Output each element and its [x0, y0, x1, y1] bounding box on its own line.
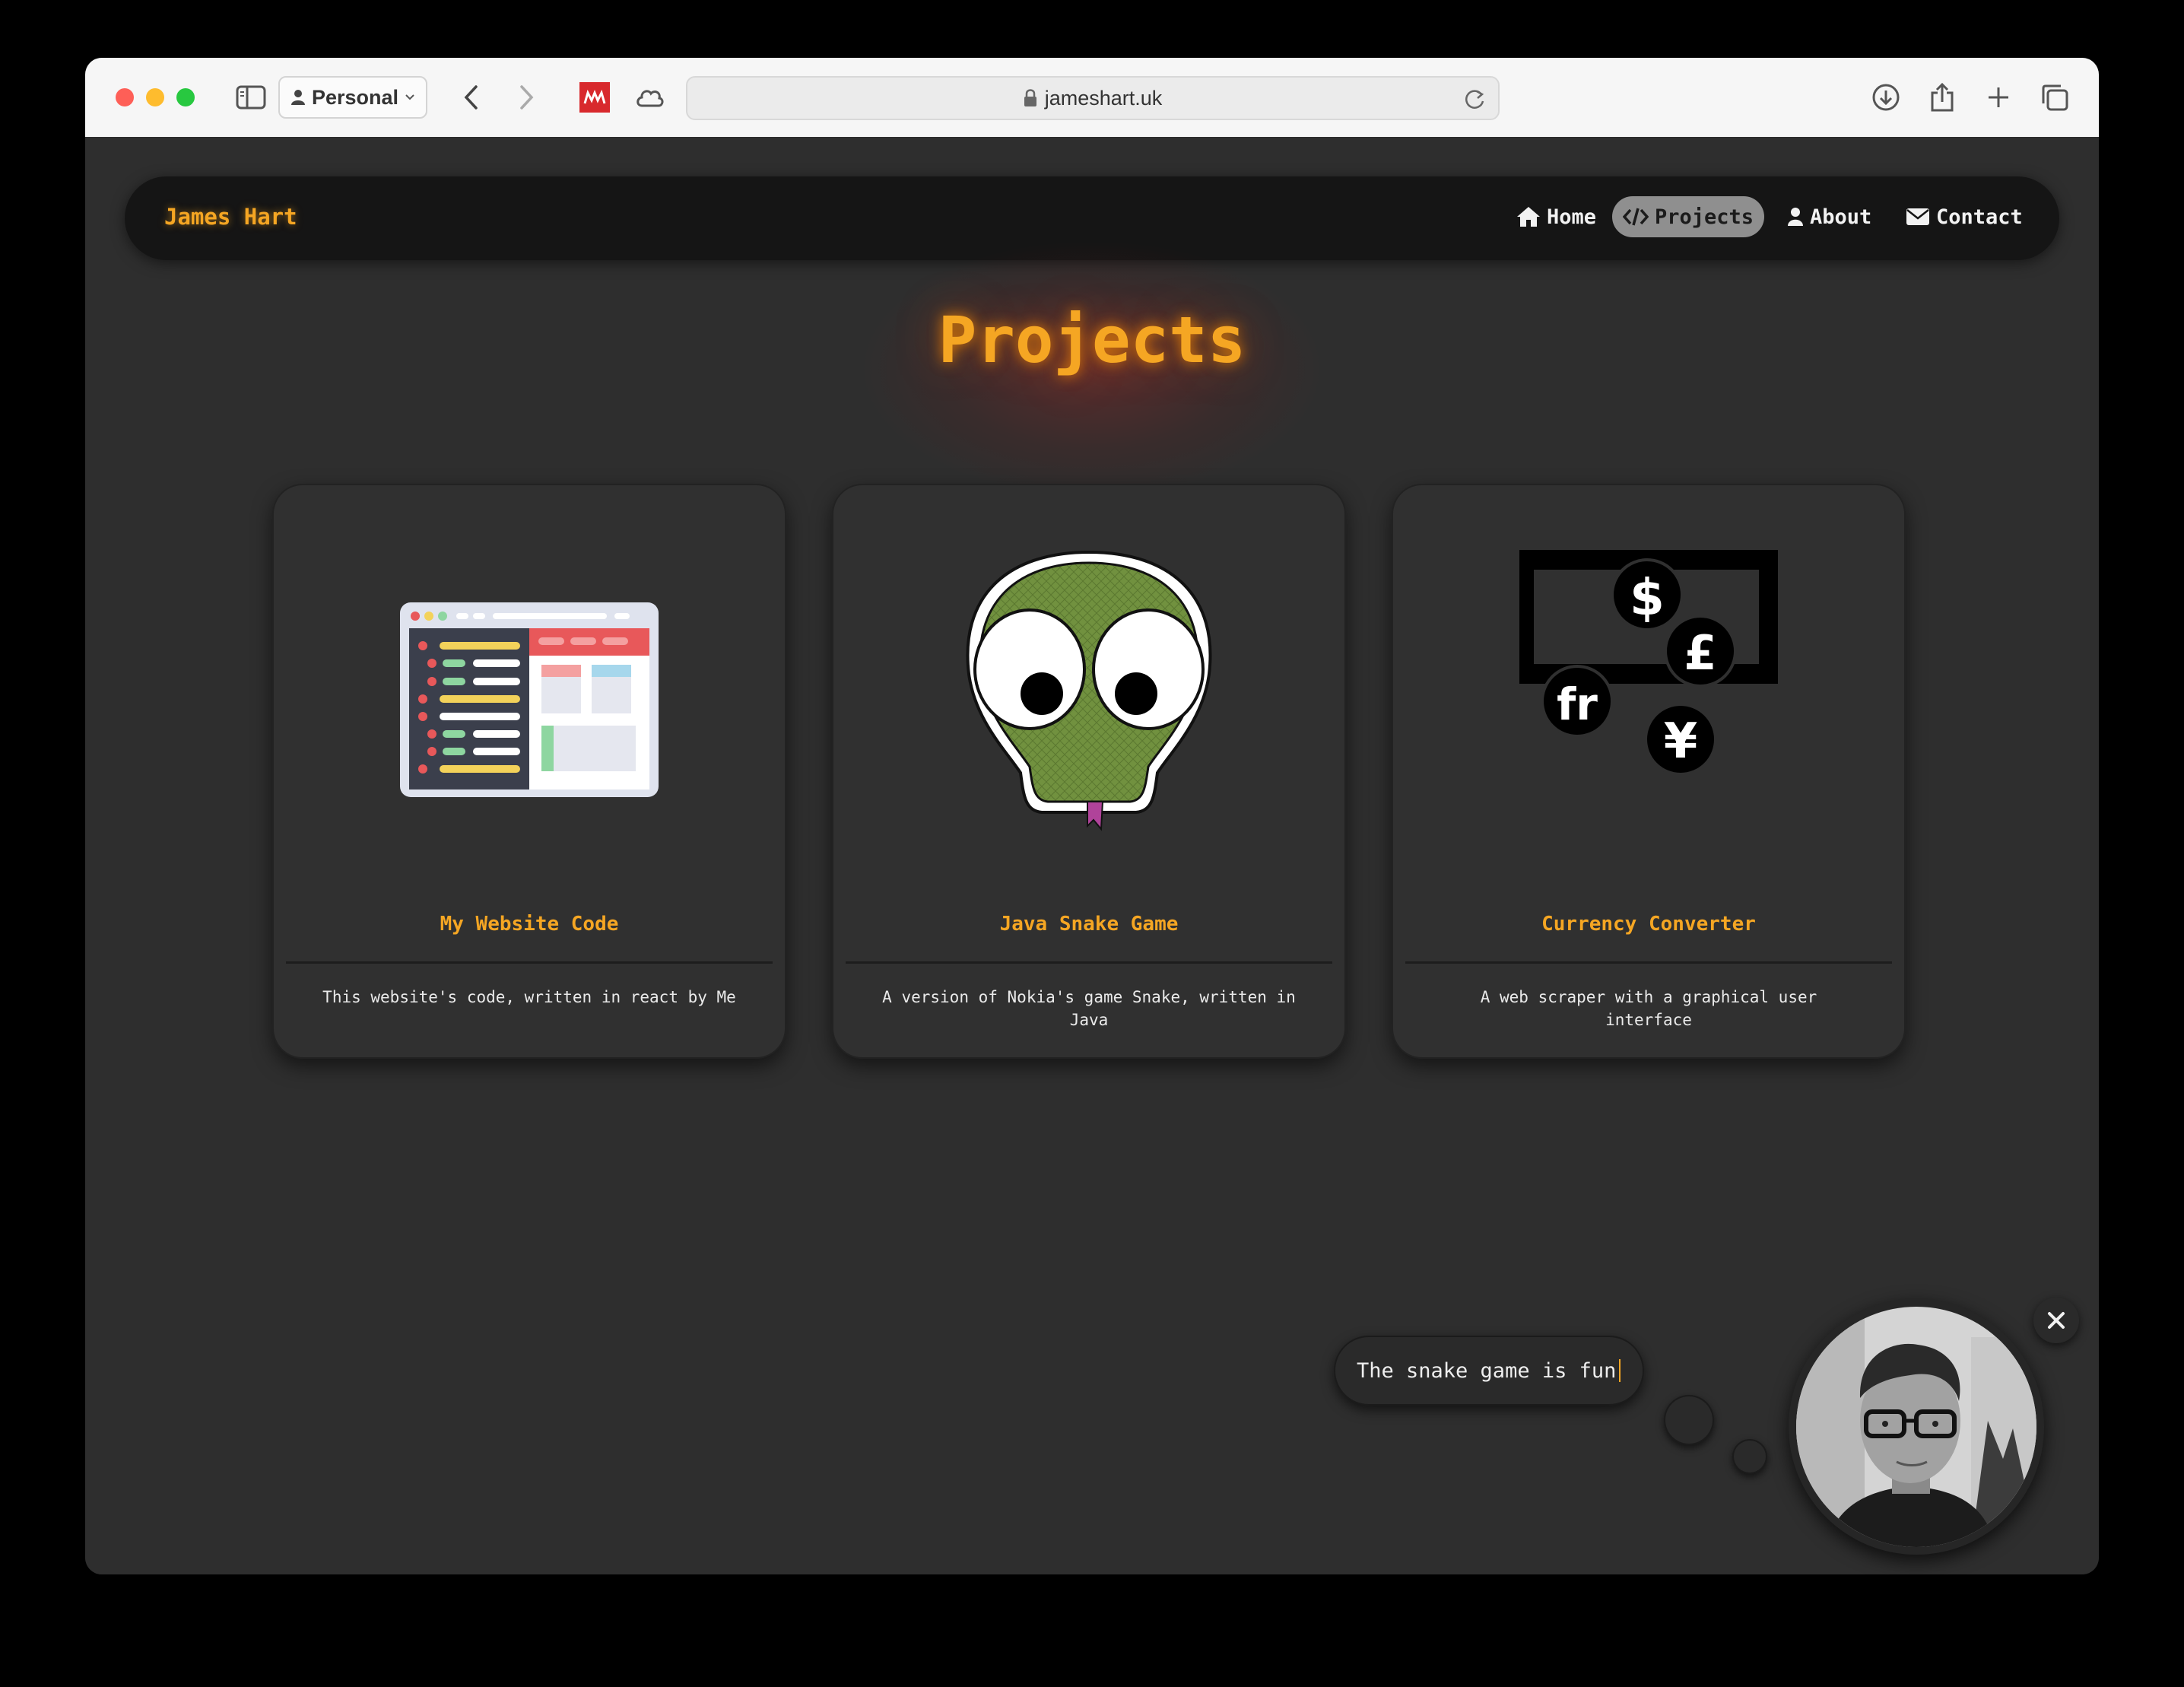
nav-contact-label: Contact: [1936, 205, 2023, 229]
address-bar[interactable]: jameshart.uk: [686, 76, 1500, 120]
minimize-window-button[interactable]: [146, 88, 164, 106]
text-caret: [1619, 1359, 1621, 1382]
project-title: My Website Code: [440, 913, 619, 936]
code-editor-illustration: [272, 545, 786, 849]
page-content: James Hart Home Projects About Contact P…: [85, 137, 2099, 1574]
lock-icon: [1024, 89, 1036, 106]
site-brand[interactable]: James Hart: [164, 204, 297, 230]
user-icon: [1788, 208, 1803, 226]
page-title: Projects: [938, 303, 1246, 377]
browser-window: Personal jameshart.uk James Hart Home Pr…: [85, 58, 2099, 1574]
url-text: jameshart.uk: [1044, 86, 1163, 110]
project-card-snake[interactable]: Java Snake Game A version of Nokia's gam…: [832, 484, 1346, 1059]
cartoon-snake-head: [832, 545, 1346, 849]
nav-home[interactable]: Home: [1506, 196, 1607, 237]
project-description: A version of Nokia's game Snake, written…: [882, 988, 1296, 1029]
profile-selector[interactable]: Personal: [278, 76, 427, 119]
browser-toolbar: Personal jameshart.uk: [85, 58, 2099, 138]
nav-contact[interactable]: Contact: [1895, 196, 2033, 237]
project-title: Java Snake Game: [999, 913, 1179, 936]
sidebar-toggle-icon[interactable]: [233, 79, 269, 116]
project-description: This website's code, written in react by…: [322, 988, 736, 1006]
project-card-currency[interactable]: $ £ fr ¥ Currency Converter A web scrape…: [1392, 484, 1906, 1059]
project-description: A web scraper with a graphical user inte…: [1480, 988, 1817, 1029]
tab-overview-icon[interactable]: [2036, 79, 2073, 116]
profile-label: Personal: [312, 85, 399, 109]
avatar-container[interactable]: [1789, 1299, 2044, 1555]
svg-text:¥: ¥: [1664, 713, 1698, 770]
svg-text:£: £: [1684, 625, 1716, 681]
thought-dot-small: [1732, 1439, 1767, 1474]
cloud-extension-icon[interactable]: [631, 79, 668, 116]
downloads-icon[interactable]: [1868, 79, 1904, 116]
nav-home-label: Home: [1547, 205, 1597, 229]
share-icon[interactable]: [1924, 79, 1960, 116]
close-window-button[interactable]: [116, 88, 134, 106]
divider: [1405, 961, 1892, 964]
thought-dot-large: [1664, 1395, 1714, 1445]
avatar: [1796, 1307, 2036, 1547]
project-card-website[interactable]: My Website Code This website's code, wri…: [272, 484, 786, 1059]
divider: [846, 961, 1332, 964]
envelope-icon: [1906, 208, 1929, 225]
svg-text:$: $: [1630, 568, 1665, 627]
nav-about-label: About: [1810, 205, 1872, 229]
nav-projects[interactable]: Projects: [1612, 196, 1765, 237]
zoom-window-button[interactable]: [176, 88, 195, 106]
close-chat-button[interactable]: [2033, 1298, 2079, 1343]
extension-icon[interactable]: [576, 79, 613, 116]
home-icon: [1517, 207, 1540, 227]
code-icon: [1623, 208, 1649, 226]
project-title: Currency Converter: [1541, 913, 1756, 936]
person-icon: [291, 90, 305, 105]
divider: [286, 961, 773, 964]
new-tab-icon[interactable]: [1980, 79, 2017, 116]
forward-arrow-icon[interactable]: [508, 79, 544, 116]
chat-message: The snake game is fun: [1357, 1358, 1617, 1383]
close-icon: [2048, 1312, 2065, 1329]
chevron-down-icon: [405, 94, 414, 100]
reload-icon[interactable]: [1463, 87, 1486, 116]
svg-text:fr: fr: [1557, 678, 1598, 730]
currency-symbols-illustration: $ £ fr ¥: [1392, 545, 1906, 849]
nav-projects-label: Projects: [1655, 205, 1754, 229]
nav-about[interactable]: About: [1776, 196, 1882, 237]
chat-bubble: The snake game is fun: [1334, 1336, 1644, 1406]
back-arrow-icon[interactable]: [453, 79, 490, 116]
